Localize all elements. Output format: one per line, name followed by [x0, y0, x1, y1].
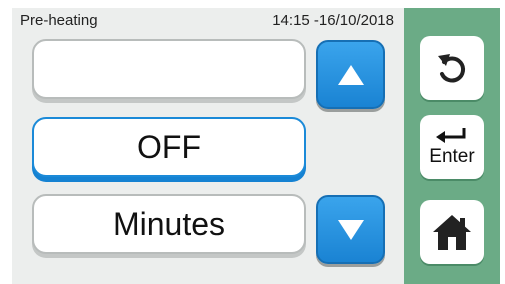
value-field-selected[interactable]: OFF: [32, 117, 306, 177]
value-field-bottom[interactable]: Minutes: [32, 194, 306, 254]
status-bar: Pre-heating 14:15 -16/10/2018: [12, 8, 404, 34]
value-field-top[interactable]: [32, 39, 306, 99]
back-undo-icon: [438, 54, 466, 83]
value-field-bottom-text: Minutes: [112, 205, 226, 242]
value-field-selected-text: OFF: [137, 128, 201, 165]
up-arrow-icon: [337, 64, 364, 85]
page-title: Pre-heating: [20, 12, 98, 29]
home-icon: [433, 215, 471, 250]
datetime-display: 14:15 -16/10/2018: [272, 12, 394, 29]
home-button[interactable]: [420, 200, 484, 264]
enter-label: Enter: [429, 146, 475, 167]
enter-arrow-icon: [436, 128, 466, 143]
back-button[interactable]: [420, 36, 484, 100]
down-arrow-icon: [337, 219, 364, 240]
device-frame: Pre-heating 14:15 -16/10/2018 OFF Minute…: [0, 0, 505, 284]
scroll-up-button[interactable]: [316, 40, 385, 109]
enter-button[interactable]: Enter: [420, 115, 484, 179]
scroll-down-button[interactable]: [316, 195, 385, 264]
